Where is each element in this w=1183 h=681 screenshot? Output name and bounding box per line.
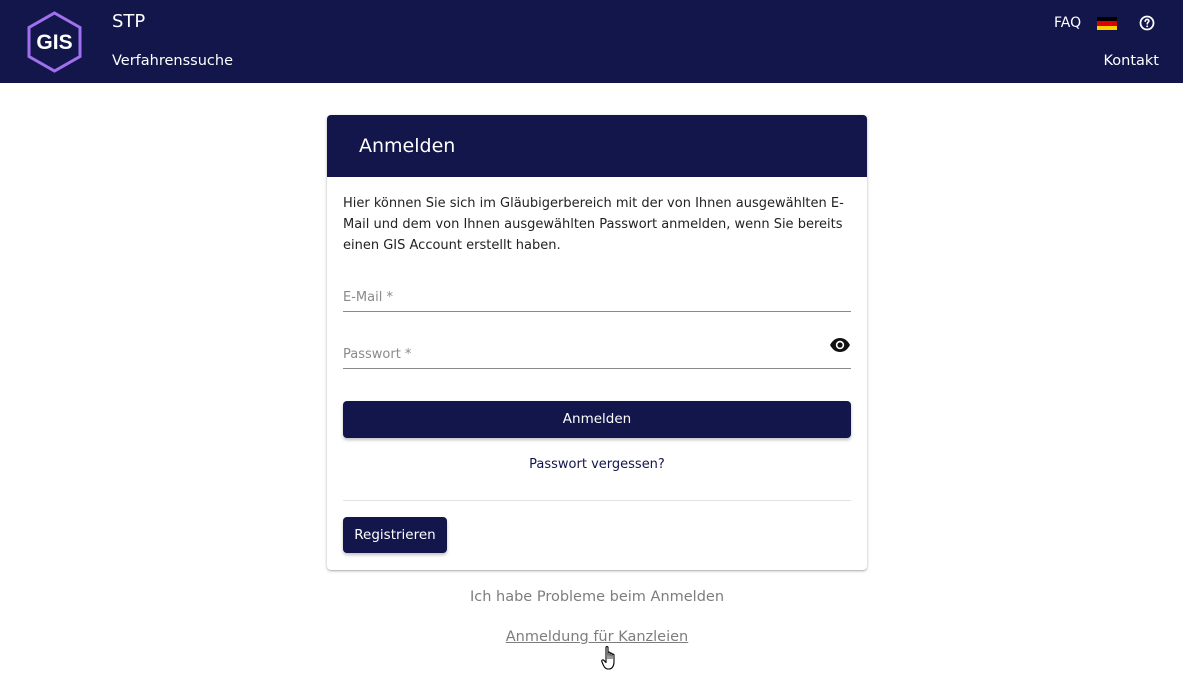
hand-pointer-cursor-icon [601, 646, 615, 670]
email-placeholder: E-Mail * [343, 290, 393, 305]
email-field[interactable]: E-Mail * [343, 279, 851, 312]
contact-link[interactable]: Kontakt [1103, 53, 1159, 69]
help-icon[interactable] [1139, 15, 1155, 31]
gis-logo[interactable]: GIS [26, 11, 83, 73]
password-field[interactable]: Passwort * [343, 336, 851, 369]
logo-text: GIS [36, 31, 72, 54]
login-intro-text: Hier können Sie sich im Gläubigerbereich… [343, 196, 844, 253]
password-placeholder: Passwort * [343, 347, 412, 362]
login-problems-link[interactable]: Ich habe Probleme beim Anmelden [327, 589, 867, 605]
register-button[interactable]: Registrieren [343, 517, 447, 553]
login-submit-button[interactable]: Anmelden [343, 401, 851, 438]
login-card-title: Anmelden [327, 115, 867, 177]
app-name: STP [112, 11, 146, 32]
login-card: Anmelden Hier können Sie sich im Gläubig… [327, 115, 867, 570]
german-flag-icon[interactable] [1097, 17, 1117, 30]
forgot-password-link[interactable]: Passwort vergessen? [327, 457, 867, 472]
eye-icon[interactable] [829, 336, 851, 354]
nav-verfahrenssuche[interactable]: Verfahrenssuche [112, 53, 233, 69]
top-navigation-bar: GIS STP Verfahrenssuche FAQ Kontakt [0, 0, 1183, 83]
kanzlei-login-link[interactable]: Anmeldung für Kanzleien [327, 629, 867, 645]
card-divider [343, 500, 851, 501]
faq-link[interactable]: FAQ [1054, 15, 1081, 31]
